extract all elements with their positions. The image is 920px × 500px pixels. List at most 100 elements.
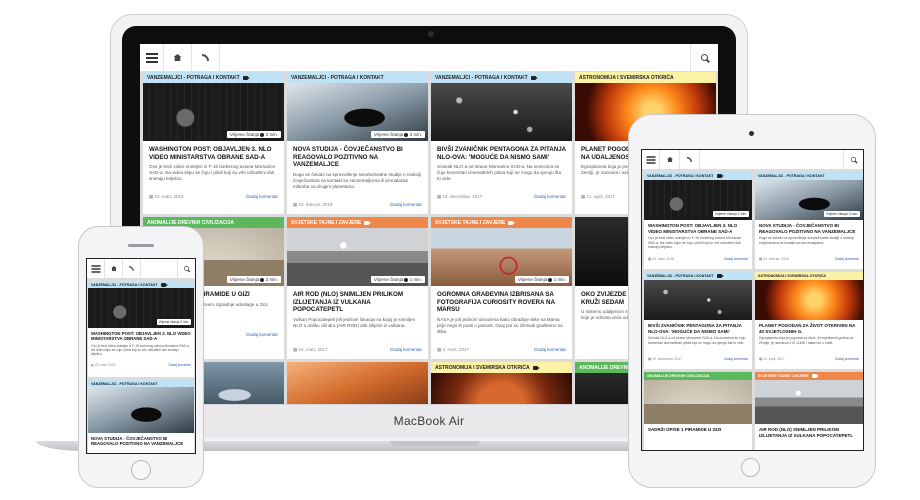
- menu-icon[interactable]: [87, 259, 105, 278]
- add-comment-link[interactable]: Dodaj komentar: [534, 347, 566, 353]
- article-title[interactable]: SADRŽI OPISE 1 PIRAMIDE U GIZI: [644, 424, 752, 435]
- search-icon[interactable]: [843, 150, 863, 169]
- article-date: ▦ 23. februar, 2018: [759, 257, 789, 262]
- article-title[interactable]: BIVŠI ZVANIČNIK PENTAGONA ZA PITANJA NLO…: [644, 320, 752, 336]
- article-card[interactable]: VANZEMALJCI - POTRAGA I KONTAKT Vrijeme …: [88, 281, 194, 377]
- article-card[interactable]: VANZEMALJCI - POTRAGA I KONTAKT BIVŠI ZV…: [431, 72, 572, 214]
- category-label[interactable]: VANZEMALJCI - POTRAGA I KONTAKT: [143, 72, 284, 83]
- add-comment-link[interactable]: Dodaj komentar: [835, 257, 859, 261]
- article-title[interactable]: AIR ROD (NLO) SNIMLJEN PRILIKOM IZLIJETA…: [287, 286, 428, 317]
- home-icon[interactable]: [660, 150, 680, 169]
- article-meta: ▦ 19. decembar, 2017 Dodaj komentar: [644, 354, 752, 364]
- category-label[interactable]: SVJETSKE TAJNE I ZAVJERE: [287, 217, 428, 228]
- add-comment-link[interactable]: Dodaj komentar: [724, 257, 748, 261]
- search-icon[interactable]: [690, 44, 718, 71]
- category-label[interactable]: VANZEMALJCI - POTRAGA I KONTAKT: [644, 172, 752, 180]
- article-thumbnail[interactable]: [431, 373, 572, 404]
- add-comment-link[interactable]: Dodaj komentar: [390, 347, 422, 353]
- tablet-camera: [749, 131, 754, 136]
- phone-home-button: [131, 460, 151, 480]
- article-card[interactable]: SVJETSKE TAJNE I ZAVJERE Vrijeme čitanja…: [287, 217, 428, 359]
- article-thumbnail[interactable]: [431, 83, 572, 141]
- article-card[interactable]: VANZEMALJCI - POTRAGA I KONTAKT Vrijeme …: [644, 172, 752, 269]
- home-icon[interactable]: [164, 44, 192, 71]
- article-thumbnail[interactable]: [644, 280, 752, 320]
- article-card[interactable]: VANZEMALJCI - POTRAGA I KONTAKT Vrijeme …: [755, 172, 863, 269]
- article-excerpt: Snimak NLO-a od strane Mornarice SAD-a. …: [437, 164, 562, 182]
- add-comment-link[interactable]: Dodaj komentar: [724, 357, 748, 361]
- category-label[interactable]: VANZEMALJCI - POTRAGA I KONTAKT: [644, 272, 752, 280]
- article-card[interactable]: VANZEMALJCI - POTRAGA I KONTAKT Vrijeme …: [143, 72, 284, 214]
- article-title[interactable]: WASHINGTON POST: OBJAVLJEN 3. NLO VIDEO …: [644, 220, 752, 236]
- article-thumbnail[interactable]: Vrijeme čitanja 3 min.: [287, 83, 428, 141]
- article-title[interactable]: NOVA STUDIJA - ČOVJEČANSTVO BI REAGOVALO…: [88, 433, 194, 449]
- article-card[interactable]: SVJETSKE TAJNE I ZAVJERE Vrijeme čitanja…: [431, 217, 572, 359]
- category-label[interactable]: VANZEMALJCI - POTRAGA I KONTAKT: [88, 281, 194, 288]
- search-icon[interactable]: [177, 259, 195, 278]
- article-thumbnail[interactable]: Vrijeme čitanja 1 min.: [431, 228, 572, 286]
- article-title[interactable]: NOVA STUDIJA - ČOVJEČANSTVO BI REAGOVALO…: [755, 220, 863, 236]
- category-label[interactable]: VANZEMALJCI - POTRAGA I KONTAKT: [755, 172, 863, 180]
- article-card[interactable]: VANZEMALJCI - POTRAGA I KONTAKT Vrijeme …: [287, 72, 428, 214]
- category-label[interactable]: ASTRONOMIJA I SVEMIRSKA OTKRIĆA: [755, 272, 863, 280]
- video-camera-icon: [532, 365, 540, 370]
- laptop-notch: [390, 441, 480, 446]
- article-thumbnail[interactable]: Vrijeme čitanja 1 min.: [287, 228, 428, 286]
- category-label[interactable]: SVJETSKE TAJNE I ZAVJERE: [755, 372, 863, 380]
- article-date: ▦ 21. april, 2017: [759, 357, 785, 362]
- category-label[interactable]: VANZEMALJCI - POTRAGA I KONTAKT: [287, 72, 428, 83]
- add-comment-link[interactable]: Dodaj komentar: [168, 363, 191, 367]
- home-icon[interactable]: [105, 259, 123, 278]
- category-label[interactable]: ASTRONOMIJA I SVEMIRSKA OTKRIĆA: [575, 72, 716, 83]
- article-title[interactable]: BIVŠI ZVANIČNIK PENTAGONA ZA PITANJA NLO…: [431, 141, 572, 164]
- article-title[interactable]: WASHINGTON POST: OBJAVLJEN 3. NLO VIDEO …: [143, 141, 284, 164]
- article-date: ▦ 23. mart, 2018: [648, 257, 675, 262]
- article-thumbnail[interactable]: [88, 387, 194, 433]
- article-date: ▦ 21. april, 2017: [581, 194, 616, 200]
- rss-icon[interactable]: [680, 150, 700, 169]
- article-meta: ▦ 23. mart, 2018 Dodaj komentar: [88, 361, 194, 369]
- article-meta: ▦ 16. mart, 2017 Dodaj komentar: [287, 343, 428, 357]
- rss-icon[interactable]: [123, 259, 141, 278]
- menu-icon[interactable]: [140, 44, 164, 71]
- article-thumbnail[interactable]: Vrijeme čitanja 2 min.: [644, 180, 752, 220]
- article-meta: ▦ 23. mart, 2018 Dodaj komentar: [644, 254, 752, 264]
- article-card[interactable]: VANZEMALJCI - POTRAGA I KONTAKT BIVŠI ZV…: [644, 272, 752, 369]
- article-title[interactable]: AIR ROD (NLO) SNIMLJEN PRILIKOM IZLIJETA…: [755, 424, 863, 440]
- add-comment-link[interactable]: Dodaj komentar: [390, 202, 422, 208]
- rss-icon[interactable]: [192, 44, 220, 71]
- article-card[interactable]: ANOMALIJE DREVNIH CIVILIZACIJA SADRŽI OP…: [644, 372, 752, 450]
- menu-icon[interactable]: [642, 150, 660, 169]
- clock-icon: [548, 277, 553, 282]
- article-title[interactable]: WASHINGTON POST: OBJAVLJEN 3. NLO VIDEO …: [88, 328, 194, 344]
- article-card[interactable]: ASTRONOMIJA I SVEMIRSKA OTKRIĆA: [431, 362, 572, 404]
- article-thumbnail[interactable]: Vrijeme čitanja 3 min.: [755, 180, 863, 220]
- phone-screen: VANZEMALJCI - POTRAGA I KONTAKT Vrijeme …: [86, 258, 196, 454]
- category-label[interactable]: VANZEMALJCI - POTRAGA I KONTAKT: [88, 380, 194, 387]
- video-camera-icon: [364, 220, 372, 225]
- article-title[interactable]: PLANET POGODAN ZA ŽIVOT OTKRIVEN NA 40 S…: [755, 320, 863, 336]
- article-card[interactable]: ASTRONOMIJA I SVEMIRSKA OTKRIĆA PLANET P…: [755, 272, 863, 369]
- category-label[interactable]: ASTRONOMIJA I SVEMIRSKA OTKRIĆA: [431, 362, 572, 373]
- clock-icon: [404, 132, 409, 137]
- category-label[interactable]: ANOMALIJE DREVNIH CIVILIZACIJA: [644, 372, 752, 380]
- article-excerpt: Snimak NLO-a od strane Mornarice SAD-a. …: [648, 336, 746, 345]
- article-thumbnail[interactable]: [287, 362, 428, 404]
- add-comment-link[interactable]: Dodaj komentar: [835, 357, 859, 361]
- article-card[interactable]: [287, 362, 428, 404]
- category-label[interactable]: SVJETSKE TAJNE I ZAVJERE: [431, 217, 572, 228]
- article-title[interactable]: OGROMNA GRAĐEVINA IZBRISANA SA FOTOGRAFI…: [431, 286, 572, 317]
- add-comment-link[interactable]: Dodaj komentar: [246, 332, 278, 337]
- article-thumbnail[interactable]: [644, 380, 752, 424]
- article-thumbnail[interactable]: [755, 380, 863, 424]
- add-comment-link[interactable]: Dodaj komentar: [534, 194, 566, 200]
- category-label[interactable]: VANZEMALJCI - POTRAGA I KONTAKT: [431, 72, 572, 83]
- add-comment-link[interactable]: Dodaj komentar: [246, 194, 278, 200]
- article-card[interactable]: SVJETSKE TAJNE I ZAVJERE AIR ROD (NLO) S…: [755, 372, 863, 450]
- article-title[interactable]: NOVA STUDIJA - ČOVJEČANSTVO BI REAGOVALO…: [287, 141, 428, 172]
- article-date: ▦ 19. decembar, 2017: [648, 357, 683, 362]
- article-thumbnail[interactable]: [755, 280, 863, 320]
- article-thumbnail[interactable]: Vrijeme čitanja 2 min.: [88, 288, 194, 328]
- article-card[interactable]: VANZEMALJCI - POTRAGA I KONTAKT NOVA STU…: [88, 380, 194, 453]
- article-thumbnail[interactable]: Vrijeme čitanja 2 min.: [143, 83, 284, 141]
